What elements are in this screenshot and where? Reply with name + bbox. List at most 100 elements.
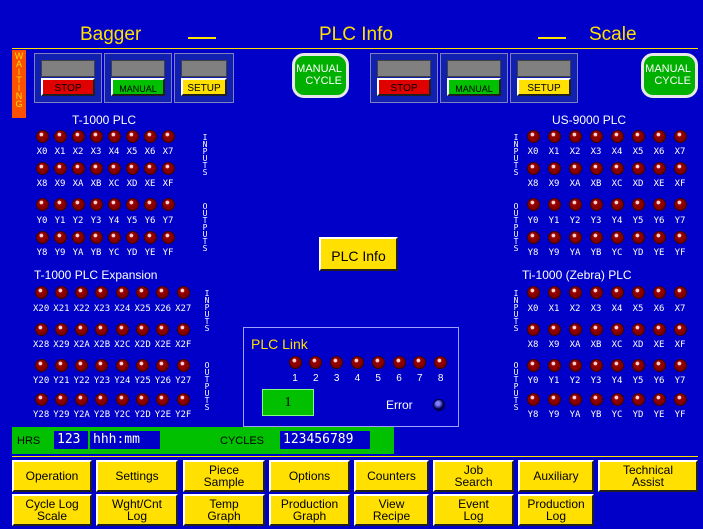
t1000-exp-input-label: X22 <box>73 304 90 314</box>
t1000-input-led <box>89 162 103 175</box>
us9000-output-led <box>526 231 540 244</box>
bagger-setup-button[interactable]: SETUP <box>181 78 227 96</box>
us9000-output-label: Y3 <box>590 216 602 226</box>
t1000-output-led <box>89 198 103 211</box>
us9000-output-label: YC <box>611 248 623 258</box>
nav-technical-assist-button[interactable]: Technical Assist <box>598 460 698 492</box>
nav-wght-cnt-log-button[interactable]: Wght/Cnt Log <box>96 494 178 526</box>
nav-settings-button[interactable]: Settings <box>96 460 178 492</box>
nav-event-log-button[interactable]: Event Log <box>433 494 514 526</box>
t1000-input-led <box>125 162 139 175</box>
nav-temp-graph-button[interactable]: Temp Graph <box>183 494 265 526</box>
bagger-stop-button[interactable]: STOP <box>41 78 95 96</box>
t1000-exp-input-led <box>95 286 109 299</box>
t1000-outputs-vertical-label-letter: S <box>202 244 208 253</box>
us9000-output-label: YE <box>653 248 665 258</box>
ti1000-output-label: Y5 <box>632 376 644 386</box>
stop-indicator <box>377 60 431 77</box>
t1000-output-led <box>143 198 157 211</box>
nav-options-button[interactable]: Options <box>269 460 350 492</box>
ti1000-input-label: XB <box>590 340 602 350</box>
plc-link-number: 6 <box>396 373 402 384</box>
us9000-input-led <box>526 162 540 175</box>
bagger-manual-cycle-button[interactable]: MANUAL CYCLE <box>292 53 349 98</box>
nav-production-log-button[interactable]: Production Log <box>518 494 594 526</box>
nav-view-recipe-button[interactable]: View Recipe <box>354 494 429 526</box>
us9000-input-led <box>589 162 603 175</box>
t1000-exp-input-label: X28 <box>33 340 50 350</box>
t1000-exp-input-led <box>136 323 149 336</box>
nav-auxiliary-button[interactable]: Auxiliary <box>518 460 594 492</box>
us9000-input-led <box>673 130 687 143</box>
us9000-input-led <box>631 162 645 175</box>
us9000-input-label: XA <box>569 179 581 189</box>
nav-counters-button[interactable]: Counters <box>354 460 429 492</box>
t1000-output-label: YD <box>126 248 138 258</box>
ti1000-output-label: Y1 <box>548 376 560 386</box>
ti1000-output-label: YF <box>674 410 686 420</box>
t1000-exp-input-led <box>176 286 190 299</box>
t1000-exp-output-led <box>156 393 170 406</box>
nav-job-search-button[interactable]: Job Search <box>433 460 514 492</box>
ti1000-input-label: X5 <box>632 304 644 314</box>
us9000-input-led <box>589 130 603 143</box>
t1000-exp-input-label: X27 <box>175 304 192 314</box>
us9000-output-label: Y2 <box>569 216 581 226</box>
ti1000-output-led <box>526 393 540 406</box>
scale-stop-panel: STOP <box>370 53 438 103</box>
scale-manual-button[interactable]: MANUAL <box>447 78 501 96</box>
us9000-output-label: YF <box>674 248 686 258</box>
waiting-letter: G <box>15 99 23 109</box>
nav-button-label: Cycle Log Scale <box>25 498 78 522</box>
nav-production-graph-button[interactable]: Production Graph <box>269 494 350 526</box>
t1000-input-label: XA <box>72 179 84 189</box>
t1000-exp-input-led <box>34 286 48 299</box>
t1000-input-label: X9 <box>54 179 66 189</box>
nav-operation-button[interactable]: Operation <box>12 460 92 492</box>
us9000-output-label: Y1 <box>548 216 560 226</box>
header-separator <box>12 48 698 49</box>
plc-link-number: 7 <box>417 373 423 384</box>
t1000-exp-input-led <box>54 323 68 336</box>
scale-stop-button[interactable]: STOP <box>377 78 431 96</box>
t1000-input-label: X6 <box>144 147 156 157</box>
plc-link-number: 8 <box>437 373 444 384</box>
cycles-value: 123456789 <box>280 431 370 449</box>
t1000-exp-input-led <box>115 286 129 299</box>
t1000-exp-input-label: X2A <box>73 340 90 350</box>
us9000-outputs-vertical-label: OUTPUTS <box>512 203 520 253</box>
bagger-manual-panel: MANUAL <box>104 53 172 103</box>
nav-button-label: Auxiliary <box>533 470 578 482</box>
us9000-input-led <box>568 130 582 143</box>
t1000-input-led <box>53 130 67 143</box>
nav-button-label: Settings <box>115 470 158 482</box>
t1000-exp-output-led <box>75 393 89 406</box>
us9000-output-led <box>631 198 645 211</box>
bagger-setup-panel: SETUP <box>174 53 234 103</box>
plc-link-led <box>288 356 302 369</box>
us9000-output-led <box>652 231 666 244</box>
nav-button-label-line: Log <box>545 509 567 523</box>
t1000-exp-output-label: Y24 <box>114 376 131 386</box>
t1000-exp-input-label: X2F <box>175 340 192 350</box>
scale-manual-cycle-button[interactable]: MANUAL CYCLE <box>641 53 698 98</box>
bagger-manual-button[interactable]: MANUAL <box>111 78 165 96</box>
ti1000-output-label: Y4 <box>611 376 623 386</box>
plc-info-button[interactable]: PLC Info <box>319 237 398 271</box>
ti1000-inputs-vertical-label-letter: S <box>513 324 519 333</box>
nav-button-label-line: Graph <box>207 509 241 523</box>
ti1000-output-led <box>568 393 582 406</box>
t1000-output-led <box>35 198 49 211</box>
us9000-input-label: X6 <box>653 147 665 157</box>
ti1000-output-led <box>589 359 603 372</box>
nav-cycle-log-scale-button[interactable]: Cycle Log Scale <box>12 494 92 526</box>
t1000-exp-output-label: Y21 <box>53 376 70 386</box>
ti1000-output-label: Y3 <box>590 376 602 386</box>
t1000-plc-title: T-1000 PLC <box>72 113 137 127</box>
plc-link-number: 1 <box>292 373 298 384</box>
nav-piece-sample-button[interactable]: Piece Sample <box>183 460 265 492</box>
us9000-output-led <box>568 231 582 244</box>
hrs-label: HRS <box>17 435 41 447</box>
scale-setup-button[interactable]: SETUP <box>517 78 571 96</box>
t1000-output-led <box>53 198 67 211</box>
